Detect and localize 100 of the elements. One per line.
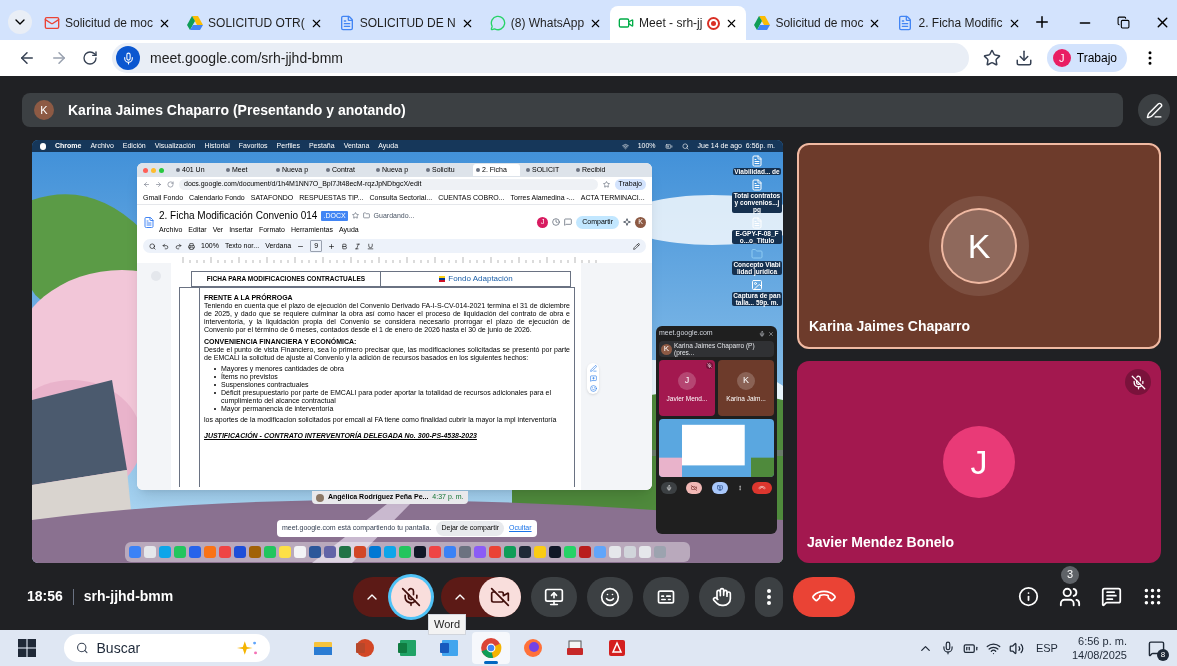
avatar: K [661, 343, 672, 355]
windows-start-icon[interactable] [18, 639, 36, 657]
tab-title: 2. Ficha Modific [918, 15, 1003, 32]
mic-button[interactable] [661, 482, 677, 494]
present-button[interactable] [711, 482, 728, 494]
system-clock[interactable]: 6:56 p. m. 14/08/2025 [1071, 634, 1127, 662]
underline-icon[interactable] [367, 242, 375, 250]
mic-off-icon [401, 586, 421, 607]
participant-count: 3 [1061, 565, 1079, 584]
add-comment-icon[interactable] [589, 375, 597, 382]
avatar: J [678, 372, 696, 391]
pencil-icon[interactable] [633, 242, 640, 250]
video-camera-icon [618, 15, 635, 31]
info-icon[interactable] [1018, 586, 1039, 607]
browser-tab[interactable]: Meet - srh-jj [610, 6, 747, 40]
browser-tab[interactable]: SOLICITUD DE N [330, 6, 482, 40]
app-icon[interactable] [309, 546, 321, 558]
camera-button[interactable] [479, 576, 521, 617]
participant-name: Javier Mendez Bonelo [807, 533, 955, 552]
star-icon[interactable] [351, 212, 359, 220]
document-icon [751, 155, 763, 167]
tab-title: SOLICITUD DE N [359, 15, 456, 32]
document-icon [897, 15, 914, 31]
back-icon[interactable] [18, 49, 36, 67]
reactions-button[interactable] [587, 576, 633, 617]
download-icon[interactable] [1014, 49, 1033, 67]
mail-icon [44, 15, 60, 31]
tab-search-button[interactable] [8, 10, 32, 34]
folder-icon [751, 248, 763, 260]
smiley-icon [600, 586, 620, 607]
avatar: K [34, 100, 54, 120]
mic-icon[interactable] [759, 330, 765, 337]
triangle-logo-icon [187, 15, 204, 31]
more-options-button[interactable] [755, 576, 783, 617]
history-icon[interactable] [552, 218, 561, 226]
battery-icon [664, 142, 673, 150]
browser-tab[interactable]: (8) WhatsApp [481, 6, 611, 40]
flag-logo-icon [438, 275, 447, 283]
search-icon[interactable] [149, 242, 156, 250]
search-field[interactable]: Buscar [96, 637, 227, 659]
reload-icon[interactable] [82, 50, 98, 66]
more-icon [767, 588, 771, 605]
mic-permission-icon[interactable] [116, 46, 140, 70]
star-icon[interactable] [602, 181, 610, 188]
mic-icon[interactable] [940, 641, 955, 655]
redo-icon[interactable] [175, 242, 182, 250]
bold-icon[interactable] [341, 242, 349, 250]
browser-tab[interactable]: 2. Ficha Modific [889, 6, 1029, 40]
people-icon[interactable] [1059, 585, 1081, 608]
tab-title: (8) WhatsApp [510, 15, 585, 32]
restore-icon[interactable] [1117, 16, 1130, 29]
participant-name: Karina Jaimes Chaparro [809, 317, 971, 336]
camera-button[interactable] [686, 482, 703, 494]
present-button[interactable] [531, 576, 577, 617]
tab-title: Meet - srh-jj [639, 15, 703, 32]
end-call-button[interactable] [793, 576, 855, 617]
print-icon[interactable] [188, 242, 195, 250]
input-language[interactable]: ESP [1035, 639, 1058, 657]
mic-button[interactable] [391, 576, 431, 617]
end-call-button[interactable] [752, 482, 772, 494]
plus-icon[interactable] [328, 242, 336, 250]
raise-hand-button[interactable] [699, 576, 745, 617]
undo-icon[interactable] [162, 242, 169, 250]
triangle-logo-icon [754, 15, 771, 31]
bookmark-star-icon[interactable] [982, 49, 1001, 67]
avatar: K [737, 372, 755, 391]
forward-icon[interactable] [50, 49, 68, 67]
browser-tab[interactable]: SOLICITUD OTR( [179, 6, 331, 40]
app-icon[interactable] [414, 546, 426, 558]
app-icon[interactable] [519, 546, 531, 558]
apps-grid-icon[interactable] [1142, 586, 1163, 607]
profile-button[interactable]: J Trabajo [1046, 44, 1127, 72]
camera-off-icon [490, 586, 510, 607]
speaker-icon[interactable] [1008, 640, 1024, 656]
present-icon [716, 485, 723, 491]
avatar: K [943, 210, 1015, 282]
search-bar[interactable]: Buscar [64, 634, 270, 662]
hand-icon [712, 586, 732, 607]
chat-icon[interactable] [1101, 586, 1122, 607]
app-icon[interactable] [339, 546, 351, 558]
tab-title: SOLICITUD OTR( [208, 15, 305, 32]
sparkle-icon[interactable] [623, 218, 631, 226]
browser-icon[interactable] [472, 632, 510, 664]
italic-icon[interactable] [354, 242, 362, 250]
tab-title: Solicitud de moc [65, 15, 154, 32]
avatar [316, 493, 324, 502]
annotate-button[interactable] [1138, 94, 1170, 126]
wifi-icon[interactable] [985, 640, 1001, 656]
captions-button[interactable] [643, 576, 689, 617]
present-icon [544, 586, 564, 607]
avatar: J [943, 426, 1015, 498]
comment-icon[interactable] [564, 218, 573, 226]
document-icon [751, 217, 763, 229]
notifications-icon[interactable] [1147, 639, 1165, 657]
browser-tab[interactable]: Solicitud de moc [36, 6, 180, 40]
browser-tab[interactable]: Solicitud de moc [746, 6, 890, 40]
address-bar[interactable]: meet.google.com/srh-jjhd-bmm [112, 43, 969, 73]
app-icon[interactable] [549, 546, 561, 558]
chat-bubble-icon [489, 15, 506, 31]
search-icon [76, 640, 89, 656]
